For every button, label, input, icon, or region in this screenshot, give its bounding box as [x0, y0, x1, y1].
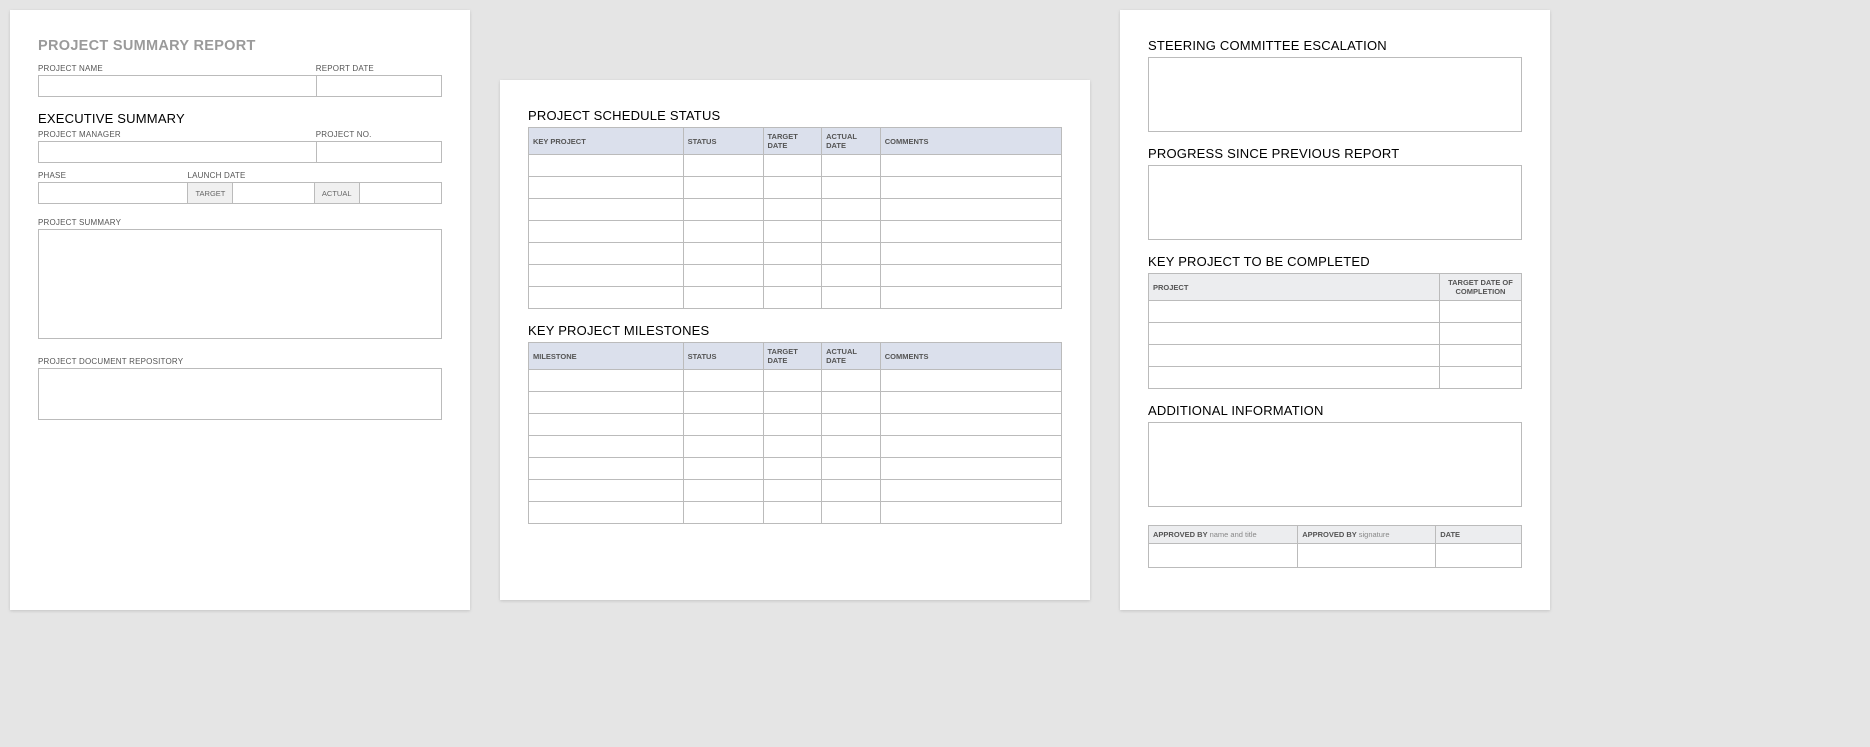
row-pm-projno: PROJECT MANAGER PROJECT NO.	[38, 130, 442, 163]
table-row[interactable]	[1149, 345, 1522, 367]
input-phase[interactable]	[38, 182, 187, 204]
report-title: PROJECT SUMMARY REPORT	[38, 38, 442, 54]
input-actual[interactable]	[360, 183, 441, 203]
input-additional[interactable]	[1148, 422, 1522, 507]
approval-table: APPROVED BY name and title APPROVED BY s…	[1148, 525, 1522, 568]
input-report-date[interactable]	[316, 75, 442, 97]
th-comments: COMMENTS	[880, 128, 1061, 155]
label-project-no: PROJECT NO.	[316, 130, 442, 139]
table-row[interactable]	[529, 480, 1062, 502]
table-row[interactable]	[529, 221, 1062, 243]
table-row[interactable]	[529, 199, 1062, 221]
kp-header-row: PROJECT TARGET DATE OF COMPLETION	[1149, 274, 1522, 301]
label-approved-by-1: APPROVED BY	[1153, 530, 1207, 539]
label-actual: ACTUAL	[315, 183, 360, 203]
th-target-completion: TARGET DATE OF COMPLETION	[1439, 274, 1521, 301]
table-row[interactable]	[1149, 301, 1522, 323]
page-1: PROJECT SUMMARY REPORT PROJECT NAME REPO…	[10, 10, 470, 610]
table-row[interactable]	[529, 243, 1062, 265]
table-row[interactable]	[529, 414, 1062, 436]
milestones-table: MILESTONE STATUS TARGET DATE ACTUAL DATE…	[528, 342, 1062, 524]
row-phase-launch: PHASE LAUNCH DATE TARGET ACTUAL	[38, 171, 442, 204]
table-row[interactable]	[529, 265, 1062, 287]
input-progress[interactable]	[1148, 165, 1522, 240]
th-actual-date: ACTUAL DATE	[822, 128, 881, 155]
label-approved-by-2: APPROVED BY	[1302, 530, 1356, 539]
th-approved-name: APPROVED BY name and title	[1149, 526, 1298, 544]
page-2: PROJECT SCHEDULE STATUS KEY PROJECT STAT…	[500, 80, 1090, 600]
block-summary: PROJECT SUMMARY	[38, 218, 442, 339]
th-m-status: STATUS	[683, 343, 763, 370]
table-row[interactable]	[529, 502, 1062, 524]
table-row[interactable]	[1149, 323, 1522, 345]
input-project-summary[interactable]	[38, 229, 442, 339]
input-steering[interactable]	[1148, 57, 1522, 132]
block-docs: PROJECT DOCUMENT REPOSITORY	[38, 357, 442, 420]
section-milestones: KEY PROJECT MILESTONES	[528, 323, 1062, 338]
th-milestone: MILESTONE	[529, 343, 684, 370]
label-project-summary: PROJECT SUMMARY	[38, 218, 442, 227]
schedule-header-row: KEY PROJECT STATUS TARGET DATE ACTUAL DA…	[529, 128, 1062, 155]
approval-header-row: APPROVED BY name and title APPROVED BY s…	[1149, 526, 1522, 544]
table-row[interactable]	[529, 177, 1062, 199]
th-status: STATUS	[683, 128, 763, 155]
launch-date-grid: TARGET ACTUAL	[187, 182, 442, 204]
th-key-project: KEY PROJECT	[529, 128, 684, 155]
table-row[interactable]	[529, 458, 1062, 480]
input-project-no[interactable]	[316, 141, 442, 163]
schedule-table: KEY PROJECT STATUS TARGET DATE ACTUAL DA…	[528, 127, 1062, 309]
label-project-docs: PROJECT DOCUMENT REPOSITORY	[38, 357, 442, 366]
label-report-date: REPORT DATE	[316, 64, 442, 73]
table-row[interactable]	[529, 392, 1062, 414]
input-target[interactable]	[233, 183, 314, 203]
table-row[interactable]	[1149, 367, 1522, 389]
key-project-table: PROJECT TARGET DATE OF COMPLETION	[1148, 273, 1522, 389]
label-project-manager: PROJECT MANAGER	[38, 130, 316, 139]
approval-row[interactable]	[1149, 544, 1522, 568]
th-m-comments: COMMENTS	[880, 343, 1061, 370]
section-schedule-status: PROJECT SCHEDULE STATUS	[528, 108, 1062, 123]
table-row[interactable]	[529, 370, 1062, 392]
input-project-name[interactable]	[38, 75, 316, 97]
label-project-name: PROJECT NAME	[38, 64, 316, 73]
table-row[interactable]	[529, 436, 1062, 458]
label-signature: signature	[1359, 530, 1390, 539]
th-m-target-date: TARGET DATE	[763, 343, 822, 370]
section-steering: STEERING COMMITTEE ESCALATION	[1148, 38, 1522, 53]
section-exec-summary: EXECUTIVE SUMMARY	[38, 111, 442, 126]
table-row[interactable]	[529, 155, 1062, 177]
input-project-docs[interactable]	[38, 368, 442, 420]
label-launch-date: LAUNCH DATE	[187, 171, 442, 180]
label-phase: PHASE	[38, 171, 187, 180]
th-m-actual-date: ACTUAL DATE	[822, 343, 881, 370]
section-progress: PROGRESS SINCE PREVIOUS REPORT	[1148, 146, 1522, 161]
page-3: STEERING COMMITTEE ESCALATION PROGRESS S…	[1120, 10, 1550, 610]
label-name-title: name and title	[1210, 530, 1257, 539]
label-target: TARGET	[188, 183, 233, 203]
table-row[interactable]	[529, 287, 1062, 309]
section-key-project: KEY PROJECT TO BE COMPLETED	[1148, 254, 1522, 269]
milestone-header-row: MILESTONE STATUS TARGET DATE ACTUAL DATE…	[529, 343, 1062, 370]
th-date: DATE	[1436, 526, 1522, 544]
section-additional: ADDITIONAL INFORMATION	[1148, 403, 1522, 418]
th-project: PROJECT	[1149, 274, 1440, 301]
th-approved-sig: APPROVED BY signature	[1298, 526, 1436, 544]
input-project-manager[interactable]	[38, 141, 316, 163]
th-target-date: TARGET DATE	[763, 128, 822, 155]
row-project-name-date: PROJECT NAME REPORT DATE	[38, 64, 442, 97]
